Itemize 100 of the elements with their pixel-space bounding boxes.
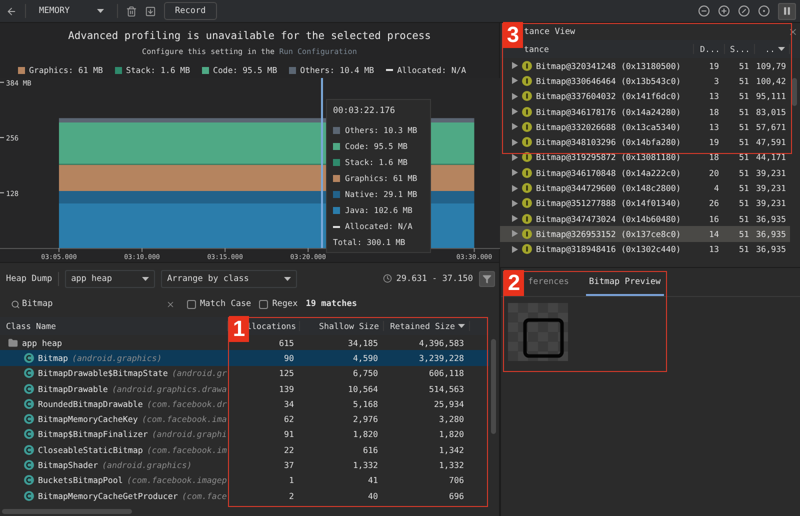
back-arrow-icon[interactable] <box>6 6 17 16</box>
table-cell-text: 34,185 <box>347 338 379 348</box>
table-cell-text: 514,563 <box>428 384 465 394</box>
table-cell-text: 40 <box>367 490 379 501</box>
table-cell-text: 615 <box>278 338 295 348</box>
table-cell-text: 22 <box>283 444 295 455</box>
arrange-dropdown[interactable]: Arrange by class <box>161 270 298 288</box>
class-name: Bitmap <box>38 352 68 363</box>
table-row[interactable]: BitmapMemoryCacheGetProducer (com.face 2 40 696 <box>0 488 489 504</box>
pause-button[interactable] <box>778 2 796 20</box>
column-header[interactable]: Shallow Size <box>300 321 384 331</box>
record-button[interactable]: Record <box>164 2 217 20</box>
filter-button[interactable] <box>479 270 495 286</box>
heap-dropdown[interactable]: app heap <box>65 270 156 288</box>
filter-icon <box>482 274 492 284</box>
table-row[interactable]: BitmapShader (android.graphics) 37 1,332 1,332 <box>0 457 489 473</box>
instance-row[interactable]: Bitmap@320341248 (0x13180500) 19 51 109,79 <box>500 58 790 74</box>
column-header[interactable]: Class Name <box>0 321 228 331</box>
instance-name: Bitmap@337604032 (0x141f6dc0) <box>536 91 681 102</box>
instance-row[interactable]: Bitmap@319295872 (0x13081180) 18 51 44,171 <box>500 150 790 166</box>
table-cell-text: 51 <box>738 228 750 239</box>
table-cell-text: 95,111 <box>755 91 787 102</box>
expand-arrow-icon[interactable] <box>512 246 518 253</box>
instance-row[interactable]: Bitmap@326953152 (0x137ce8c0) 14 51 36,935 <box>500 226 790 242</box>
table-cell-text: 18 <box>708 152 720 162</box>
table-row[interactable]: CloseableStaticBitmap (com.facebook.im 22 616 1,342 <box>0 442 489 458</box>
package-name: (android.graphics) <box>72 352 162 363</box>
instance-row[interactable]: Bitmap@330646464 (0x13b543c0) 3 51 100,42 <box>500 73 790 89</box>
class-icon <box>24 414 34 424</box>
table-row[interactable]: BitmapDrawable (android.graphics.drawa 139 10,564 514,563 <box>0 380 489 396</box>
package-name: (android.graphics) <box>102 460 192 470</box>
instance-icon <box>522 76 532 86</box>
class-name: app heap <box>22 338 62 348</box>
checkbox[interactable] <box>259 300 268 308</box>
table-cell-text: 20 <box>708 168 720 178</box>
save-icon[interactable] <box>145 6 156 16</box>
table-cell-text: 39,231 <box>755 168 787 178</box>
search-field[interactable]: Bitmap <box>22 299 164 309</box>
table-cell-text: 47,591 <box>755 137 787 148</box>
checkbox[interactable] <box>187 300 196 308</box>
column-header[interactable]: .. <box>755 44 790 54</box>
tab[interactable]: ferences <box>525 277 572 296</box>
instance-name: Bitmap@320341248 (0x13180500) <box>536 60 681 71</box>
tooltip-label: Graphics: 61 MB <box>345 174 418 183</box>
tooltip-label: Java: 102.6 MB <box>345 206 412 215</box>
class-icon <box>24 384 34 394</box>
table-cell-text: 51 <box>738 244 750 254</box>
table-cell-text: 1,820 <box>438 429 465 440</box>
match-count: 19 matches <box>306 299 357 309</box>
table-row[interactable]: BitmapMemoryCacheKey (com.facebook.ima 62 2,976 3,280 <box>0 411 489 427</box>
table-cell-text: 13 <box>708 91 720 102</box>
reset-zoom-icon[interactable] <box>738 5 750 17</box>
instance-row[interactable]: Bitmap@346178176 (0x14a24280) 18 51 83,015 <box>500 104 790 120</box>
caret-icon <box>778 47 785 51</box>
annotation-badge: 2 <box>504 270 524 296</box>
expand-arrow-icon[interactable] <box>512 92 518 100</box>
table-row[interactable]: Bitmap (android.graphics) 90 4,590 3,239,228 <box>0 350 489 366</box>
table-row[interactable]: RoundedBitmapDrawable (com.facebook.dr 34 5,168 25,934 <box>0 396 489 412</box>
instance-icon <box>522 168 532 178</box>
instance-row[interactable]: Bitmap@351277888 (0x14f01340) 26 51 39,231 <box>500 196 790 211</box>
table-cell-text: 1 <box>288 475 295 486</box>
instance-icon <box>522 214 532 224</box>
instance-row[interactable]: Bitmap@348103296 (0x14bfa280) 19 51 47,591 <box>500 134 790 150</box>
clear-icon[interactable] <box>166 300 175 308</box>
close-icon[interactable] <box>788 26 798 36</box>
table-cell-text: 13 <box>708 244 720 254</box>
tooltip-label: Code: 95.5 MB <box>345 142 408 151</box>
instance-row[interactable]: Bitmap@344729600 (0x148c2800) 4 51 39,231 <box>500 180 790 196</box>
column-header[interactable]: Retained Size <box>384 321 470 331</box>
table-cell-text: 51 <box>738 214 750 224</box>
column-header[interactable]: D... <box>694 44 725 54</box>
table-row[interactable]: BitmapDrawable$BitmapState (android.gr 125 6,750 606,118 <box>0 366 489 381</box>
instance-name: Bitmap@347473024 (0x14b60480) <box>536 214 681 224</box>
table-row[interactable]: BucketsBitmapPool (com.facebook.imagep 1 41 706 <box>0 472 489 488</box>
instance-row[interactable]: Bitmap@318948416 (0x1302c440) 13 51 36,935 <box>500 242 790 257</box>
table-cell-text: 3,239,228 <box>418 352 465 363</box>
zoom-out-icon[interactable] <box>698 5 710 17</box>
instance-row[interactable]: Bitmap@337604032 (0x141f6dc0) 13 51 95,111 <box>500 88 790 104</box>
table-cell-text: 3,280 <box>438 414 465 424</box>
trash-icon[interactable] <box>126 6 137 16</box>
dash-icon <box>386 69 394 71</box>
class-icon <box>24 444 34 455</box>
zoom-in-icon[interactable] <box>718 5 730 17</box>
table-cell-text: 5,168 <box>352 398 379 409</box>
table-cell-text: 6,750 <box>352 368 379 378</box>
instance-name: Bitmap@348103296 (0x14bfa280) <box>536 137 681 148</box>
bitmap-preview-drawing <box>508 303 568 361</box>
column-header[interactable]: S... <box>725 44 755 54</box>
expand-arrow-icon[interactable] <box>512 169 518 176</box>
table-cell-text: 4,590 <box>352 352 379 363</box>
instance-row[interactable]: Bitmap@346170848 (0x14a222c0) 20 51 39,231 <box>500 165 790 180</box>
instance-icon <box>522 106 532 117</box>
package-name: (com.facebook.imagep <box>126 475 227 486</box>
table-cell-text: 2 <box>288 490 295 501</box>
tab[interactable]: Bitmap Preview <box>586 277 664 296</box>
instance-row[interactable]: Bitmap@347473024 (0x14b60480) 16 51 36,935 <box>500 210 790 226</box>
circle-icon[interactable] <box>758 5 770 17</box>
instance-row[interactable]: Bitmap@332026688 (0x13ca5340) 13 51 57,671 <box>500 119 790 134</box>
table-row[interactable]: Bitmap$BitmapFinalizer (android.graphi 91 1,820 1,820 <box>0 426 489 442</box>
instance-name: Bitmap@346178176 (0x14a24280) <box>536 106 681 117</box>
